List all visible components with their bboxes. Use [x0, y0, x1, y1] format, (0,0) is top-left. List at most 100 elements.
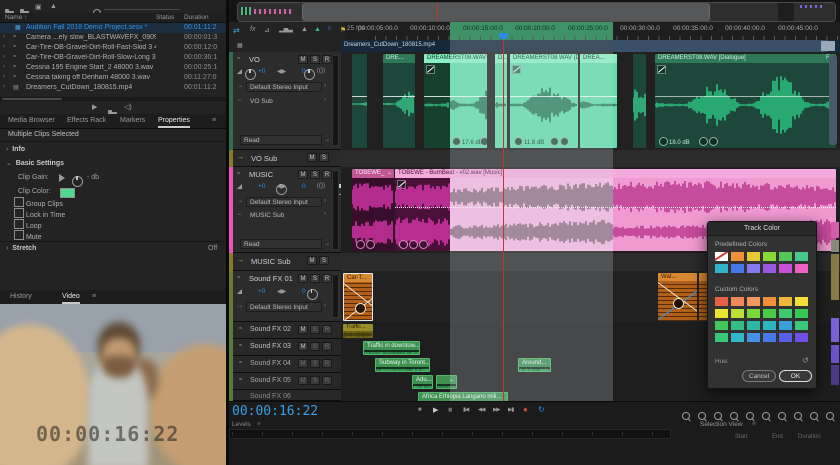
automation-mode-selector[interactable]: Read: [240, 135, 322, 145]
sfx-clip-around[interactable]: Around... ⌄: [518, 358, 551, 372]
track-color-strip-music[interactable]: [229, 167, 233, 253]
skip-to-start-button[interactable]: ▮◀: [463, 407, 468, 413]
timeline-ruler[interactable]: 25 fps 00:00:05:00.0 00:00:10:00.0 00:00…: [345, 22, 840, 41]
fade-handle-icon[interactable]: [426, 65, 435, 74]
sfx-clip[interactable]: ⌄: [436, 375, 457, 389]
color-swatch[interactable]: [763, 309, 776, 318]
track-color-strip-sfx4[interactable]: [229, 356, 233, 373]
overview-track[interactable]: [237, 2, 836, 22]
color-swatch[interactable]: [731, 333, 744, 342]
file-row[interactable]: ›≈ Camera ...ely slow_BLASTWAVEFX_09092 …: [0, 33, 226, 43]
solo-button[interactable]: S: [310, 170, 320, 179]
reset-hue-icon[interactable]: ↺: [802, 356, 809, 365]
track-name-sfx6[interactable]: Sound FX 06: [250, 393, 291, 400]
tab-properties[interactable]: Properties: [158, 117, 190, 128]
audio-clip-vo-selected[interactable]: DREA...: [580, 54, 617, 148]
speaker-icon[interactable]: ◁): [124, 103, 132, 111]
record-arm-button[interactable]: R: [322, 55, 332, 64]
solo-button[interactable]: S: [310, 274, 320, 283]
rewind-button[interactable]: ◀◀: [478, 407, 484, 413]
clip-gain-knob-icon[interactable]: [399, 240, 408, 249]
clip-fx-icon[interactable]: [550, 137, 559, 146]
track-name-vo-sub[interactable]: VO Sub: [251, 154, 277, 163]
file-row[interactable]: ›≈ Cessna 195 Engine Start_2 48000 3.wav…: [0, 63, 226, 73]
ok-button[interactable]: OK: [779, 370, 812, 382]
solo-button[interactable]: S: [310, 342, 320, 351]
expand-chevron[interactable]: ›: [3, 84, 5, 90]
mute-button[interactable]: M: [307, 256, 317, 265]
vertical-scrollbar[interactable]: [829, 55, 837, 145]
gain-slider-icon[interactable]: [59, 174, 65, 182]
color-swatch[interactable]: [731, 309, 744, 318]
clip-fade-handle[interactable]: [673, 298, 684, 309]
track-color-strip-sfx6[interactable]: [229, 390, 233, 401]
move-tool-icon[interactable]: ⇄: [233, 26, 240, 35]
output-selector[interactable]: VO Sub: [246, 96, 322, 106]
sfx-clip-water[interactable]: Wat...: [658, 273, 697, 321]
razor-tool-icon[interactable]: ⊿: [264, 26, 270, 34]
loop-playback-button[interactable]: ↻: [538, 405, 545, 414]
delete-icon[interactable]: ▣: [35, 3, 42, 11]
volume-envelope[interactable]: [580, 96, 617, 97]
zoom-selection-icon[interactable]: [810, 407, 818, 425]
color-swatch[interactable]: [715, 297, 728, 306]
expand-chevron[interactable]: ›: [3, 44, 5, 50]
color-swatch[interactable]: [763, 333, 776, 342]
record-arm-button[interactable]: R: [322, 342, 332, 351]
column-status[interactable]: Status: [156, 14, 174, 21]
color-swatch[interactable]: [747, 252, 760, 261]
tab-media-browser[interactable]: Media Browser: [8, 117, 55, 124]
color-swatch[interactable]: [795, 297, 808, 306]
clip-mute-icon[interactable]: [560, 137, 569, 146]
warning-triangle-icon[interactable]: ▲: [301, 26, 308, 33]
info-section-header[interactable]: › Info: [6, 146, 25, 153]
color-swatch[interactable]: [747, 264, 760, 273]
track-name-sfx4[interactable]: Sound FX 04: [250, 360, 291, 367]
sfx-clip-car[interactable]: Car-T...: [343, 273, 373, 321]
skip-to-end-button[interactable]: ▶▮: [508, 407, 513, 413]
snap-triangle-icon[interactable]: ▲: [314, 26, 321, 33]
color-swatch[interactable]: [731, 297, 744, 306]
volume-value[interactable]: +0: [258, 183, 265, 190]
session-timecode[interactable]: 00:00:16:22: [232, 404, 318, 419]
clip-gain-knob[interactable]: [72, 176, 83, 187]
color-swatch[interactable]: [779, 321, 792, 330]
dialog-titlebar[interactable]: Track Color: [708, 222, 816, 236]
mute-button[interactable]: M: [298, 55, 308, 64]
mute-checkbox[interactable]: Mute: [14, 230, 42, 241]
color-swatch[interactable]: [715, 264, 728, 273]
color-swatch[interactable]: [763, 321, 776, 330]
file-row[interactable]: ›≈ Car-Tire-OB-Gravel-Dirt-Roll-Slow-Lon…: [0, 53, 226, 63]
sfx-clip-traffic[interactable]: Traffic...: [343, 324, 373, 338]
solo-button[interactable]: S: [310, 359, 320, 368]
clip-gain-knob-icon[interactable]: [452, 137, 461, 146]
scrollbar-thumb[interactable]: [2, 98, 62, 100]
column-duration[interactable]: Duration: [184, 14, 209, 21]
tab-effects-rack[interactable]: Effects Rack: [67, 117, 106, 124]
zoom-reset-icon[interactable]: [826, 407, 834, 425]
color-swatch[interactable]: [731, 264, 744, 273]
zoom-selection-left-icon[interactable]: [778, 407, 786, 425]
zoom-selection-in-icon[interactable]: [762, 407, 770, 425]
group-clips-checkbox[interactable]: Group Clips: [14, 197, 63, 208]
solo-button[interactable]: S: [310, 376, 320, 385]
color-swatch[interactable]: [779, 252, 792, 261]
color-swatch[interactable]: [779, 264, 792, 273]
volume-value[interactable]: +0: [258, 68, 265, 75]
upload-icon[interactable]: ▲: [50, 3, 57, 10]
volume-knob[interactable]: [245, 69, 256, 80]
stretch-section-header[interactable]: › Stretch: [6, 245, 36, 252]
color-swatch[interactable]: [779, 333, 792, 342]
volume-envelope[interactable]: [655, 96, 836, 97]
search-input[interactable]: [104, 9, 180, 10]
audio-clip-vo-selected[interactable]: DREAMERST08.WAV (D... 11.8 dB: [510, 54, 578, 148]
audio-clip-vo-selected[interactable]: DREAMERST08.WAV ... 17.6 dB: [424, 54, 487, 148]
basic-settings-header[interactable]: ⌄ Basic Settings: [6, 159, 64, 167]
color-swatch[interactable]: [795, 333, 808, 342]
solo-button[interactable]: S: [319, 153, 329, 162]
record-arm-button[interactable]: R: [322, 170, 332, 179]
loop-checkbox[interactable]: Loop: [14, 219, 42, 230]
sfx-clip-traffic-downtown[interactable]: Traffic in downtow... ⌄: [363, 341, 420, 355]
audio-clip-vo-dialogue[interactable]: DREAMERST08.WAV [Dialogue] Fa 18.0 dB: [655, 54, 836, 148]
audio-clip-vo[interactable]: [633, 54, 646, 148]
